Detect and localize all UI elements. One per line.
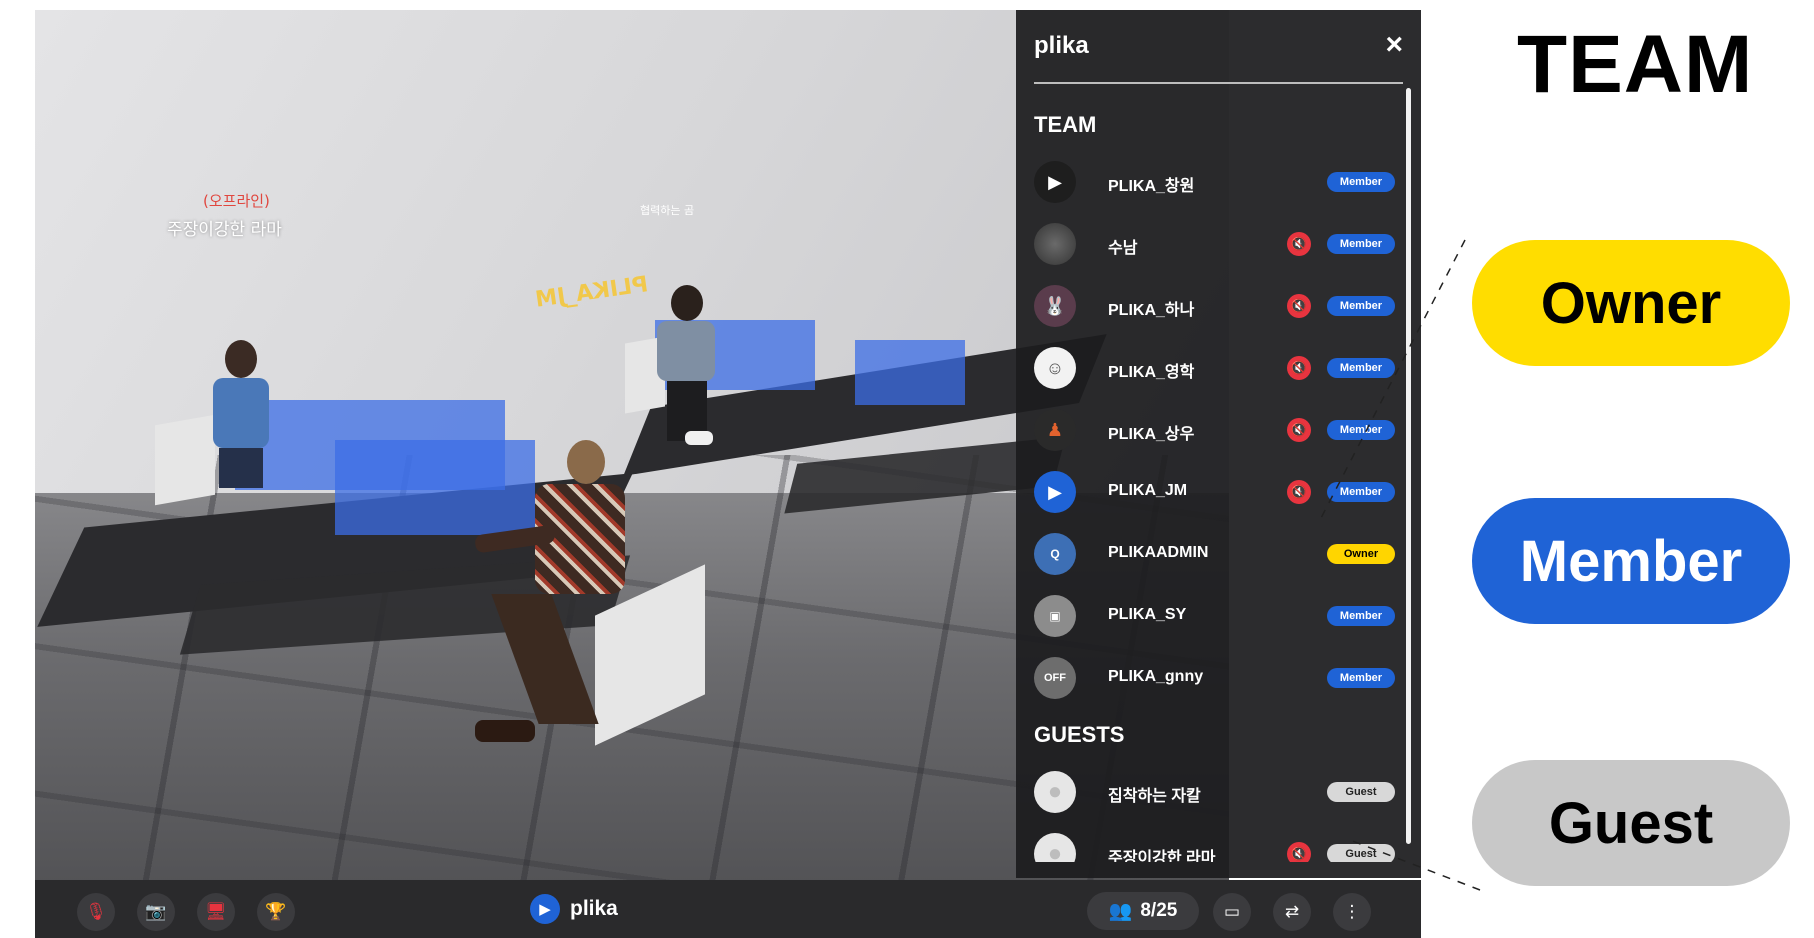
guest-pointer-line (1349, 839, 1481, 891)
owner-pointer-line (1319, 239, 1466, 521)
pointer-lines (1319, 239, 1481, 891)
